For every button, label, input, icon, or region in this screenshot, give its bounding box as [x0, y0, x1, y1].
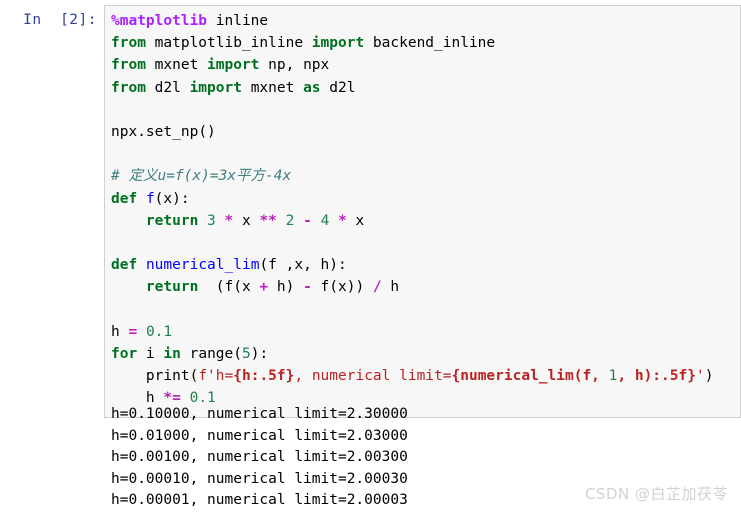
notebook-code-cell: In [2]: %matplotlib inline from matplotli… — [0, 0, 741, 521]
code-line: for i in range(5): — [111, 343, 734, 365]
code-token-plain: mxnet — [241, 79, 304, 96]
code-token-plain: x — [233, 212, 260, 229]
code-token-plain: ) — [704, 368, 714, 384]
code-line: from d2l import mxnet as d2l — [111, 77, 734, 99]
code-token-func: numerical_lim — [145, 257, 260, 274]
code-token-plain: (f(x — [198, 279, 260, 296]
code-line: npx.set_np() — [111, 121, 734, 143]
code-token-strint: , h):.5f} — [617, 368, 696, 384]
code-token-plain: i — [137, 345, 164, 362]
code-token-plain: inline — [207, 13, 269, 29]
code-token-plain: np, npx — [259, 57, 330, 74]
code-token-op: * — [338, 212, 347, 229]
code-line: %matplotlib inline — [111, 10, 734, 32]
code-token-strint: {h:.5f} — [233, 368, 295, 384]
code-token-kw: from — [111, 79, 146, 96]
code-token-plain: h — [381, 279, 400, 296]
code-line: def f(x): — [111, 188, 734, 210]
input-prompt-label: In [2]: — [23, 12, 97, 28]
code-token-kw: from — [111, 35, 146, 52]
code-token-plain: f(x)) — [311, 279, 373, 296]
code-token-kw: import — [311, 35, 365, 52]
output-line: h=0.10000, numerical limit=2.30000 — [111, 406, 408, 422]
code-token-kw: import — [189, 79, 242, 96]
code-token-plain: h — [111, 323, 129, 340]
code-token-plain: set_np — [145, 123, 199, 140]
code-token-op: + — [259, 279, 269, 296]
code-token-str: f' — [198, 368, 216, 384]
code-token-strint: {numerical_lim(f, — [451, 368, 609, 384]
code-token-kw: in — [163, 345, 181, 362]
code-token-plain: range( — [180, 345, 242, 362]
csdn-watermark: CSDN @白芷加茯苓 — [584, 485, 728, 503]
code-token-op: * — [224, 212, 234, 229]
code-token-kw: return — [145, 212, 199, 229]
code-token-func: f — [145, 190, 155, 207]
code-token-str: h= — [215, 368, 234, 384]
code-token-plain: (x): — [154, 190, 190, 207]
code-token-plain: print( — [111, 368, 199, 384]
code-token-str: , numerical limit= — [294, 368, 452, 384]
code-line: return 3 * x ** 2 - 4 * x — [111, 210, 734, 232]
code-token-kw: import — [207, 57, 260, 74]
code-line: # 定义u=f(x)=3x平方-4x — [111, 165, 734, 187]
code-token-op: / — [372, 279, 382, 296]
code-line: h = 0.1 — [111, 321, 734, 343]
code-token-op: = — [128, 323, 138, 340]
code-line: print(f'h={h:.5f}, numerical limit={nume… — [111, 365, 734, 387]
code-token-op: - — [303, 212, 312, 229]
code-token-kw: for — [111, 345, 138, 362]
code-line: def numerical_lim(f ,x, h): — [111, 254, 734, 276]
code-token-comment: # 定义u=f(x)=3x平方-4x — [111, 168, 292, 185]
code-token-plain: ): — [250, 345, 269, 362]
code-token-plain: (f ,x, h): — [259, 257, 347, 274]
code-token-kw: def — [111, 257, 138, 274]
code-token-kw: from — [111, 57, 146, 74]
code-token-num: 0.1 — [145, 323, 173, 340]
code-token-op: ** — [259, 212, 277, 229]
code-token-plain: d2l — [145, 79, 190, 96]
code-token-kw: as — [303, 79, 321, 96]
code-token-plain: matplotlib_inline — [145, 35, 312, 52]
output-line: h=0.00100, numerical limit=2.00300 — [111, 449, 408, 465]
cell-input-row: In [2]: %matplotlib inline from matplotli… — [0, 5, 741, 419]
code-token-plain: h) — [268, 279, 304, 296]
code-token-kw: return — [145, 279, 199, 296]
code-token-num: 5 — [241, 345, 251, 362]
code-token-plain: npx. — [111, 123, 146, 140]
code-line: from mxnet import np, npx — [111, 54, 734, 76]
code-token-plain: mxnet — [145, 57, 208, 74]
output-line: h=0.01000, numerical limit=2.03000 — [111, 427, 408, 444]
code-token-op: - — [303, 279, 312, 296]
code-token-plain: () — [198, 123, 216, 140]
code-token-num: 3 — [207, 212, 216, 229]
code-line: from matplotlib_inline import backend_in… — [111, 32, 734, 54]
code-token-plain: x — [346, 212, 365, 229]
code-token-str: ' — [695, 368, 705, 384]
code-token-magic: %matplotlib — [111, 13, 208, 29]
code-token-plain: backend_inline — [364, 35, 496, 52]
code-token-plain: d2l — [320, 79, 356, 96]
code-token-kw: def — [111, 190, 138, 207]
code-line: return (f(x + h) - f(x)) / h — [111, 276, 734, 298]
code-editor[interactable]: %matplotlib inline from matplotlib_inline… — [104, 5, 741, 419]
